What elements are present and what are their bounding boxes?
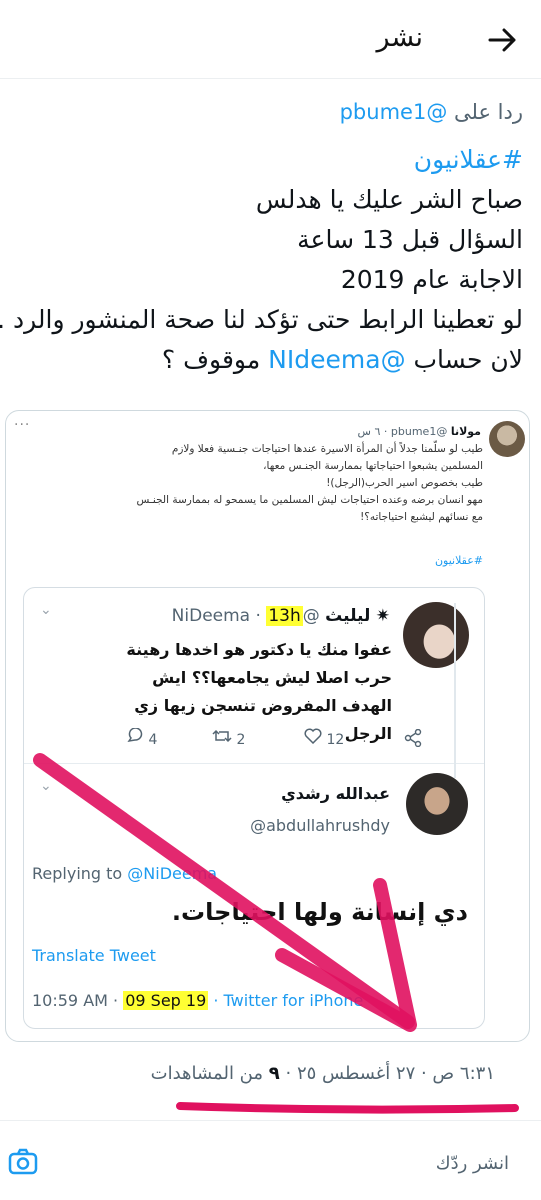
embed-replying-prefix: Replying to	[32, 864, 123, 883]
embedded-tweet-card: ⌄ ✷ ليليث @NiDeema · 13h عفوا منك يا دكت…	[23, 587, 485, 1029]
reply-context: ردا على @pbume1	[340, 100, 523, 124]
tweet-line-last: لان حساب @NIdeema موقوف ؟	[18, 340, 523, 380]
thread-line	[454, 603, 456, 778]
tweet-line: لو تعطينا الرابط حتى تؤكد لنا صحة المنشو…	[0, 305, 523, 334]
embed-translate: Translate Tweet	[32, 946, 156, 965]
embed-time-highlighted: 13h	[266, 606, 303, 626]
chevron-down-icon: ⌄	[40, 602, 52, 618]
tweet-line: صباح الشر عليك يا هدلس	[255, 185, 523, 214]
top-bar: نشر	[0, 0, 541, 79]
chevron-down-icon: ⌄	[40, 778, 52, 794]
retweet-count: 2	[236, 732, 246, 748]
reply-input[interactable]: انشر ردّك	[436, 1153, 509, 1174]
views-count: ٩	[268, 1063, 280, 1084]
tweet-timestamp: ٦:٣١ ص · ٢٧ أغسطس ٢٥ ·	[285, 1063, 495, 1084]
quoted-line: طيب بخصوص اسير الحرب(الرجل)!	[326, 477, 483, 489]
avatar	[403, 602, 469, 668]
page-title: نشر	[376, 22, 424, 53]
tweet-line: السؤال قبل 13 ساعة	[297, 225, 523, 254]
more-icon: ···	[14, 417, 31, 433]
embed-author2-name: عبدالله رشدي	[281, 784, 390, 803]
tweet-mention[interactable]: @NIdeema	[268, 345, 405, 374]
embed-replying-handle: @NiDeema	[127, 864, 218, 883]
embed-text2: دي إنسانة ولها احتياجات.	[171, 898, 468, 926]
tweet-timestamp-row: ٦:٣١ ص · ٢٧ أغسطس ٢٥ · ٩ من المشاهدات	[151, 1063, 495, 1084]
embed-author2-handle: @abdullahrushdy	[250, 816, 390, 835]
heart-icon	[304, 728, 322, 745]
tweet-hashtag[interactable]: #عقلانيون	[18, 140, 523, 180]
avatar	[489, 421, 525, 457]
like-action: 12	[304, 728, 344, 748]
red-underline	[176, 1102, 519, 1114]
reply-count: 4	[148, 732, 158, 748]
tweet-line: الاجابة عام 2019	[340, 265, 523, 294]
quoted-body: طيب لو سلّمنا جدلاً أن المرأة الاسيرة عن…	[55, 441, 483, 526]
tweet-last-suffix: موقوف ؟	[161, 345, 261, 374]
embed-replying: Replying to @NiDeema	[32, 864, 217, 883]
reply-action: 4	[126, 727, 158, 748]
reply-context-prefix: ردا على	[454, 100, 523, 124]
quoted-line: طيب لو سلّمنا جدلاً أن المرأة الاسيرة عن…	[171, 443, 483, 455]
embed-source: · Twitter for iPhone	[213, 991, 364, 1010]
embed-date-highlighted: 09 Sep 19	[123, 991, 209, 1010]
embed-author: ✷ ليليث @NiDeema · 13h	[171, 606, 390, 626]
embed-author-name: ليليث	[325, 606, 371, 626]
quoted-author-handle: @pbume1	[390, 425, 448, 438]
reply-context-handle[interactable]: @pbume1	[340, 100, 448, 124]
views-label: من المشاهدات	[150, 1063, 264, 1084]
reply-icon	[127, 727, 143, 743]
share-icon	[404, 729, 422, 747]
arrow-right-icon[interactable]	[482, 20, 522, 60]
quoted-author-time: · ٦ س	[357, 425, 388, 438]
camera-icon[interactable]	[8, 1147, 38, 1177]
tweet-last-prefix: لان حساب	[413, 345, 523, 374]
embed-meta: 10:59 AM · 09 Sep 19 · Twitter for iPhon…	[32, 991, 363, 1010]
quoted-hashtag: #عقلانيون	[434, 554, 483, 567]
quoted-author: مولانا @pbume1 · ٦ س	[358, 425, 481, 438]
avatar	[406, 773, 468, 835]
attached-screenshot[interactable]: مولانا @pbume1 · ٦ س ··· طيب لو سلّمنا ج…	[5, 410, 530, 1042]
embed-time: 10:59 AM ·	[32, 991, 119, 1010]
quoted-line: مهو انسان برضه وعنده احتياجات ليش المسلم…	[136, 494, 483, 506]
divider	[0, 1120, 541, 1121]
quoted-author-name: مولانا	[450, 425, 481, 438]
retweet-action: 2	[212, 728, 245, 748]
quoted-line: مع نسائهم ليشبع احتياجاته؟!	[360, 511, 483, 523]
quoted-line: المسلمين يشبعوا احتياجاتها بممارسة الجنـ…	[263, 460, 483, 472]
star-icon: ✷	[375, 606, 390, 626]
retweet-icon	[212, 729, 232, 743]
tweet-body: #عقلانيون صباح الشر عليك يا هدلس السؤال …	[0, 140, 523, 380]
like-count: 12	[326, 732, 345, 748]
